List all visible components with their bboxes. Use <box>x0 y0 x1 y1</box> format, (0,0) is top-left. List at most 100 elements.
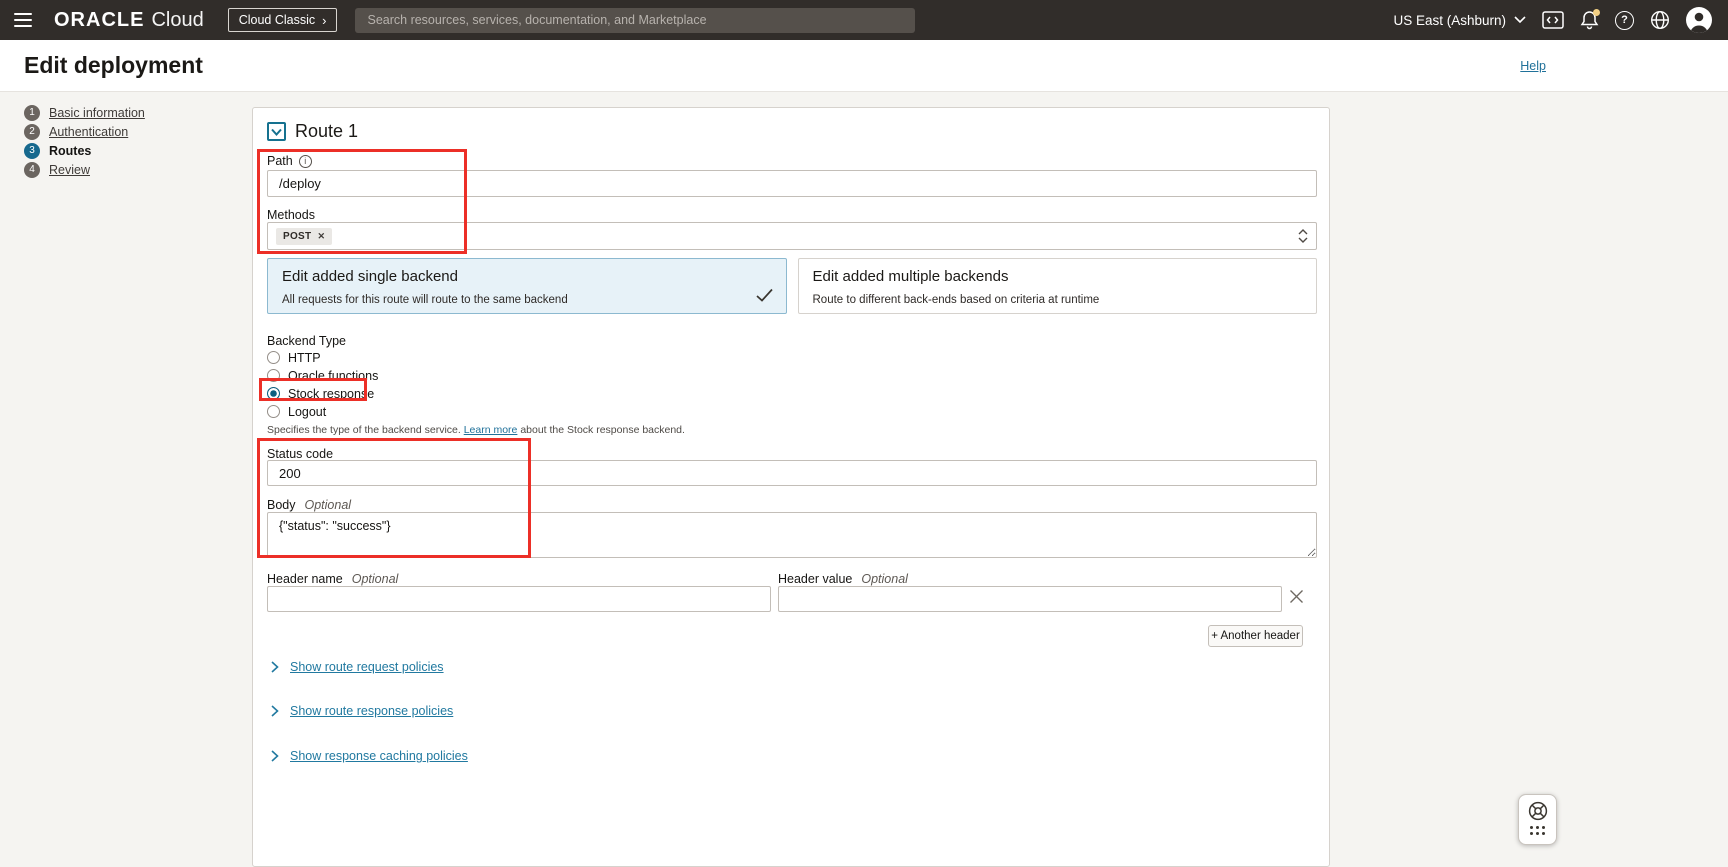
drag-handle-dots-icon[interactable] <box>1530 826 1545 835</box>
user-avatar[interactable] <box>1686 7 1712 33</box>
header-name-input[interactable] <box>267 586 771 612</box>
content-area: 1 Basic information 2 Authentication 3 R… <box>0 92 1728 857</box>
show-response-caching-policies[interactable]: Show response caching policies <box>271 749 468 763</box>
path-field-label: Path i <box>267 154 312 168</box>
route-header: Route 1 <box>267 121 358 142</box>
hint-text-post: about the Stock response backend. <box>517 424 685 436</box>
another-header-button[interactable]: + Another header <box>1208 625 1303 647</box>
backend-type-label: Backend Type <box>267 334 346 348</box>
status-code-label: Status code <box>267 447 333 461</box>
cloud-classic-label: Cloud Classic <box>239 13 315 27</box>
region-selector[interactable]: US East (Ashburn) <box>1393 13 1526 28</box>
chevron-right-icon: › <box>322 14 326 27</box>
menu-hamburger-icon[interactable] <box>14 13 32 27</box>
optional-tag: Optional <box>861 572 908 586</box>
optional-tag: Optional <box>352 572 399 586</box>
policy-link-text[interactable]: Show route request policies <box>290 660 444 674</box>
help-icon[interactable]: ? <box>1615 11 1634 30</box>
card-description: All requests for this route will route t… <box>282 294 772 306</box>
search-input[interactable] <box>355 8 915 33</box>
cloud-shell-icon[interactable] <box>1542 11 1564 29</box>
step-label[interactable]: Authentication <box>49 125 128 139</box>
globe-language-icon[interactable] <box>1650 10 1670 30</box>
body-label-text: Body <box>267 498 296 512</box>
selected-check-icon <box>756 288 773 302</box>
backend-mode-cards: Edit added single backend All requests f… <box>267 258 1317 314</box>
radio-logout[interactable]: Logout <box>267 404 326 419</box>
show-route-request-policies[interactable]: Show route request policies <box>271 660 444 674</box>
step-number-badge: 1 <box>24 105 40 121</box>
policy-link-text[interactable]: Show response caching policies <box>290 749 468 763</box>
radio-stock-response-selected[interactable]: Stock response <box>267 386 374 401</box>
route-panel: Route 1 Path i Methods POST ✕ Edit added… <box>252 107 1330 867</box>
life-ring-icon <box>1527 800 1549 822</box>
region-label: US East (Ashburn) <box>1393 13 1506 28</box>
card-title: Edit added single backend <box>282 268 772 285</box>
step-label[interactable]: Basic information <box>49 106 145 120</box>
header-value-label: Header value Optional <box>778 572 908 586</box>
header-value-label-text: Header value <box>778 572 852 586</box>
wizard-step-basic-information[interactable]: 1 Basic information <box>24 105 145 120</box>
chevron-right-icon[interactable] <box>271 705 279 717</box>
step-number-badge: 2 <box>24 124 40 140</box>
topbar-right-cluster: US East (Ashburn) ? <box>1393 7 1718 33</box>
wizard-steps: 1 Basic information 2 Authentication 3 R… <box>24 105 145 177</box>
chevron-right-icon[interactable] <box>271 750 279 762</box>
radio-circle[interactable] <box>267 405 280 418</box>
chevron-down-icon <box>271 128 282 136</box>
info-icon[interactable]: i <box>299 155 312 168</box>
collapse-route-checkbox[interactable] <box>267 122 286 141</box>
topbar: ORACLE Cloud Cloud Classic › US East (As… <box>0 0 1728 40</box>
hint-text-pre: Specifies the type of the backend servic… <box>267 424 464 436</box>
step-number-badge: 4 <box>24 162 40 178</box>
methods-label-text: Methods <box>267 208 315 222</box>
wizard-step-authentication[interactable]: 2 Authentication <box>24 124 145 139</box>
radio-label: Stock response <box>288 387 374 401</box>
methods-multiselect[interactable]: POST ✕ <box>267 222 1317 250</box>
radio-http[interactable]: HTTP <box>267 350 321 365</box>
path-input[interactable] <box>267 170 1317 197</box>
card-single-backend[interactable]: Edit added single backend All requests f… <box>267 258 787 314</box>
notification-badge-dot <box>1593 9 1600 16</box>
card-title: Edit added multiple backends <box>813 268 1303 285</box>
step-label[interactable]: Review <box>49 163 90 177</box>
page-header: Edit deployment Help <box>0 40 1728 92</box>
select-stepper-icon[interactable] <box>1298 228 1308 244</box>
cloud-classic-button[interactable]: Cloud Classic › <box>228 8 338 32</box>
card-multiple-backends[interactable]: Edit added multiple backends Route to di… <box>798 258 1318 314</box>
radio-circle[interactable] <box>267 351 280 364</box>
method-chip-label: POST <box>283 231 311 242</box>
radio-circle[interactable] <box>267 369 280 382</box>
brand-cloud: Cloud <box>151 9 203 32</box>
backend-type-label-text: Backend Type <box>267 334 346 348</box>
methods-field-label: Methods <box>267 208 315 222</box>
wizard-step-routes-current: 3 Routes <box>24 143 145 158</box>
step-number-badge: 3 <box>24 143 40 159</box>
body-field-label: Body Optional <box>267 498 351 512</box>
help-link[interactable]: Help <box>1520 59 1546 73</box>
remove-method-icon[interactable]: ✕ <box>317 231 325 242</box>
status-code-label-text: Status code <box>267 447 333 461</box>
brand-oracle: ORACLE <box>54 9 144 32</box>
chevron-right-icon[interactable] <box>271 661 279 673</box>
radio-circle-checked[interactable] <box>267 387 280 400</box>
learn-more-link[interactable]: Learn more <box>464 424 518 436</box>
policy-link-text[interactable]: Show route response policies <box>290 704 453 718</box>
show-route-response-policies[interactable]: Show route response policies <box>271 704 453 718</box>
chevron-down-icon <box>1514 16 1526 24</box>
step-label: Routes <box>49 144 91 158</box>
status-code-input[interactable] <box>267 460 1317 486</box>
body-textarea[interactable]: {"status": "success"} <box>267 512 1317 558</box>
floating-assistant-widget[interactable] <box>1518 794 1557 845</box>
notifications-bell-icon[interactable] <box>1580 10 1599 30</box>
method-chip-post: POST ✕ <box>276 228 332 245</box>
path-label-text: Path <box>267 154 293 168</box>
radio-label: HTTP <box>288 351 321 365</box>
radio-oracle-functions[interactable]: Oracle functions <box>267 368 378 383</box>
header-value-input[interactable] <box>778 586 1282 612</box>
wizard-step-review[interactable]: 4 Review <box>24 162 145 177</box>
remove-header-row-icon[interactable] <box>1289 589 1304 609</box>
radio-label: Logout <box>288 405 326 419</box>
header-name-label: Header name Optional <box>267 572 398 586</box>
header-name-label-text: Header name <box>267 572 343 586</box>
